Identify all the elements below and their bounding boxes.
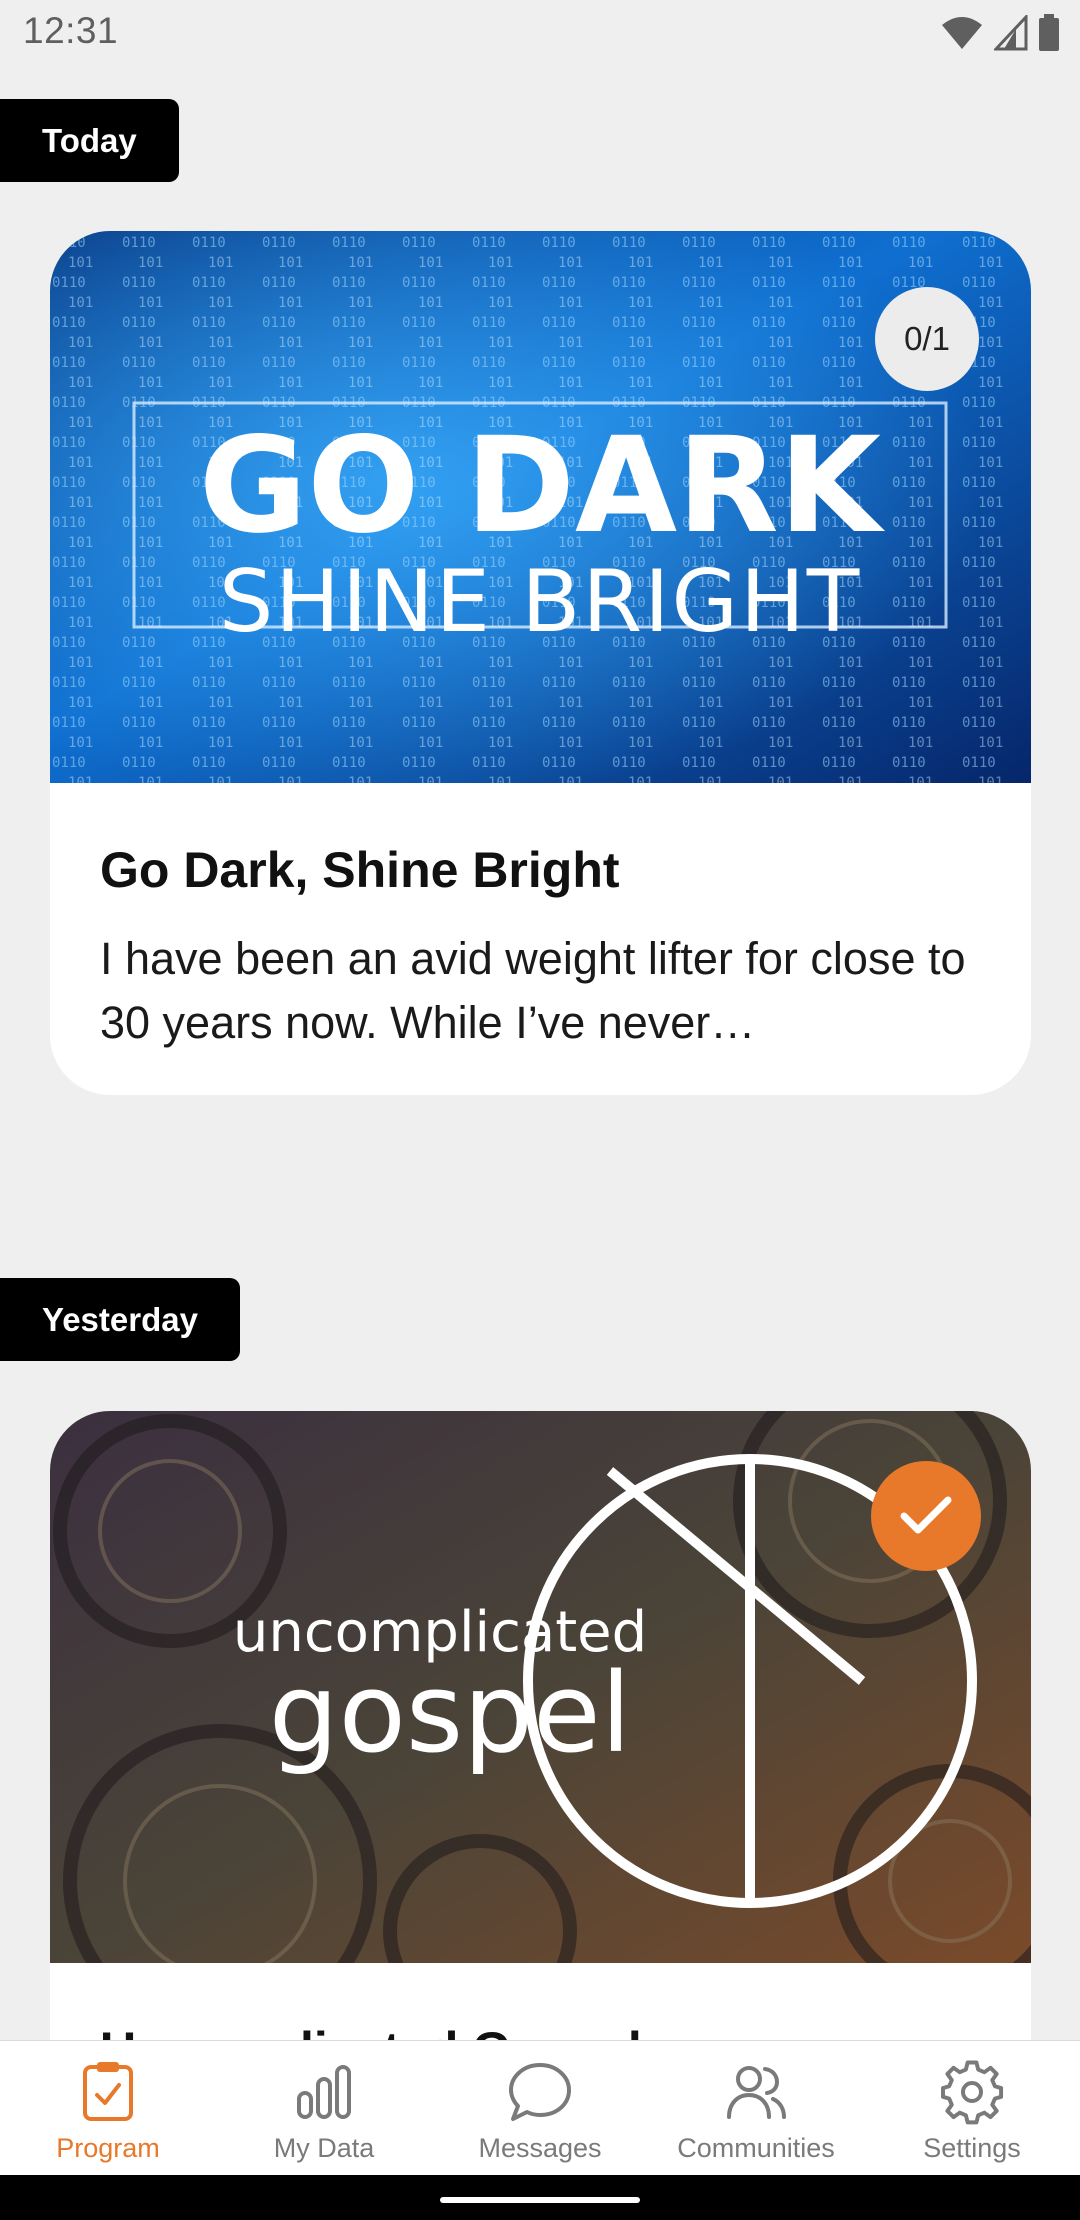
nav-label: My Data bbox=[273, 2133, 375, 2163]
card-description: I have been an avid weight lifter for cl… bbox=[100, 933, 966, 1048]
nav-item-settings[interactable]: Settings bbox=[864, 2041, 1080, 2175]
image-title-line2: gospel bbox=[269, 1649, 632, 1777]
chat-bubble-icon bbox=[509, 2063, 571, 2121]
nav-item-program[interactable]: Program bbox=[0, 2041, 216, 2175]
screen: 12:31 Today GO DARK SHINE BRIGHT 0/1 Go … bbox=[0, 0, 1080, 2220]
nav-item-messages[interactable]: Messages bbox=[432, 2041, 648, 2175]
nav-item-communities[interactable]: Communities bbox=[648, 2041, 864, 2175]
section-label-yesterday: Yesterday bbox=[0, 1278, 240, 1361]
image-title-line2: SHINE BRIGHT bbox=[219, 552, 862, 652]
card-title: Go Dark, Shine Bright bbox=[100, 842, 620, 898]
card-image-go-dark: 0110 101 GO DARK SHINE BRIGHT 0/1 bbox=[50, 231, 1031, 783]
nav-label: Program bbox=[56, 2133, 160, 2163]
program-card-uncomplicated-gospel[interactable]: uncomplicated gospel Uncomplicated Gospe… bbox=[50, 1411, 1031, 2111]
gear-icon bbox=[941, 2060, 1004, 2125]
battery-icon bbox=[1039, 14, 1059, 51]
clipboard-check-icon bbox=[83, 2062, 133, 2121]
home-gesture-handle[interactable] bbox=[440, 2197, 640, 2203]
progress-badge: 0/1 bbox=[875, 287, 979, 391]
section-label-today: Today bbox=[0, 99, 179, 182]
program-card-go-dark[interactable]: 0110 101 GO DARK SHINE BRIGHT 0/1 Go Dar… bbox=[50, 231, 1031, 1095]
card-body: Go Dark, Shine Bright I have been an avi… bbox=[50, 783, 1031, 1095]
cell-signal-icon bbox=[994, 15, 1028, 51]
nav-item-my-data[interactable]: My Data bbox=[216, 2041, 432, 2175]
wifi-icon bbox=[942, 17, 982, 49]
bar-chart-icon bbox=[297, 2065, 351, 2119]
users-icon bbox=[727, 2066, 786, 2119]
nav-label: Communities bbox=[677, 2133, 835, 2163]
status-icons bbox=[940, 14, 1060, 52]
status-time: 12:31 bbox=[23, 10, 119, 51]
completed-badge bbox=[871, 1461, 981, 1571]
bottom-nav: Program My Data Messages Communities Set… bbox=[0, 2040, 1080, 2175]
image-title-line1: GO DARK bbox=[199, 409, 886, 563]
status-bar: 12:31 bbox=[0, 0, 1080, 68]
nav-label: Messages bbox=[478, 2133, 602, 2163]
nav-label: Settings bbox=[923, 2133, 1021, 2163]
card-image-gospel: uncomplicated gospel bbox=[50, 1411, 1031, 1963]
checkmark-icon bbox=[900, 1496, 952, 1534]
gesture-bar bbox=[0, 2175, 1080, 2220]
